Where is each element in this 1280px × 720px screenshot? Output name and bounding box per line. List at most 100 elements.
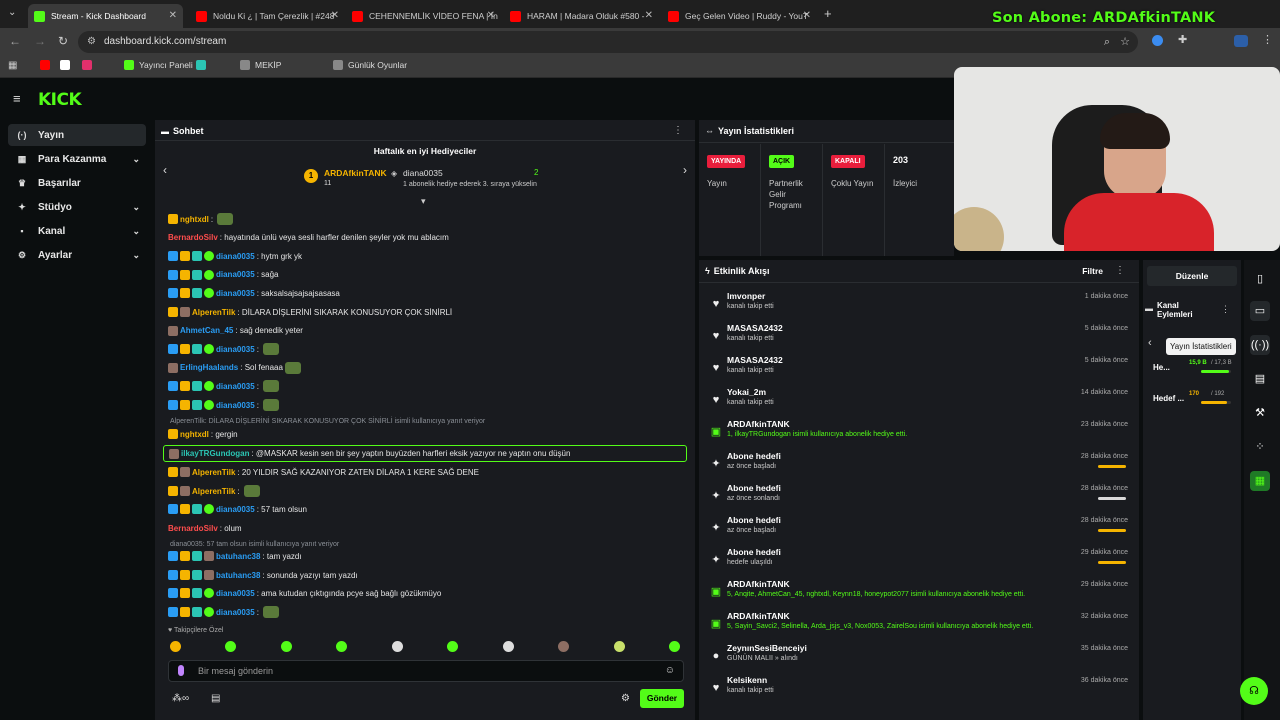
emote-slot[interactable] <box>170 641 181 652</box>
chat-username[interactable]: AlperenTilk <box>192 487 235 496</box>
url-input[interactable]: ⚙ dashboard.kick.com/stream ⌕ ☆ <box>78 31 1138 53</box>
store-icon[interactable]: ▤ <box>211 693 220 704</box>
actions-menu-icon[interactable]: ⋮ <box>1221 304 1230 315</box>
send-button[interactable]: Gönder <box>640 689 684 708</box>
close-tab-icon[interactable]: ✕ <box>803 10 811 21</box>
chat-menu-icon[interactable]: ⋮ <box>673 125 683 136</box>
sidebar-item[interactable]: ⚙ Ayarlar ⌄ <box>8 244 146 266</box>
chevron-down-icon[interactable]: ⌄ <box>132 154 140 165</box>
activity-event[interactable]: ♥ MASASA2432 kanalı takip etti 5 dakika önc… <box>700 320 1140 352</box>
chat-username[interactable]: diana0035 <box>216 345 255 354</box>
edit-button[interactable]: Düzenle <box>1147 266 1237 286</box>
activity-event[interactable]: ✦ Abone hedefi az önce başladı 28 dakika ön… <box>700 512 1140 544</box>
activity-event[interactable]: ♥ Yokai_2m kanalı takip etti 14 dakika önce <box>700 384 1140 416</box>
chat-username[interactable]: AlperenTilk <box>192 468 235 477</box>
chat-message[interactable]: diana0035: hytm grk yk <box>168 249 302 263</box>
close-tab-icon[interactable]: ✕ <box>487 10 495 21</box>
chat-username[interactable]: AhmetCan_45 <box>180 326 233 335</box>
back-chevron-icon[interactable]: ‹ <box>1148 337 1152 349</box>
new-tab-icon[interactable]: + <box>824 6 832 21</box>
stats-tool-icon[interactable]: ((·)) <box>1250 335 1270 355</box>
chevron-down-icon[interactable]: ⌄ <box>132 250 140 261</box>
activity-event[interactable]: ♥ MASASA2432 kanalı takip etti 5 dakika önc… <box>700 352 1140 384</box>
chat-message[interactable]: batuhanc38: sonunda yazıyı tam yazdı <box>168 568 358 582</box>
apps-grid-icon[interactable]: ▦ <box>8 60 17 71</box>
chat-username[interactable]: diana0035 <box>216 289 255 298</box>
gifters-next-icon[interactable]: › <box>683 163 687 177</box>
profile-avatar[interactable] <box>1234 35 1248 47</box>
chat-username[interactable]: diana0035 <box>216 505 255 514</box>
chat-username[interactable]: diana0035 <box>216 608 255 617</box>
goal-widget[interactable]: Hedef ... 170 / 192 <box>1153 391 1241 415</box>
site-info-icon[interactable]: ⚙ <box>87 31 96 53</box>
chevron-down-icon[interactable]: ⌄ <box>132 226 140 237</box>
sidebar-item[interactable]: ♛ Başarılar <box>8 172 146 194</box>
activity-event[interactable]: ● ZeynınSesiBenceiyi GÜNÜN MALII » alındı 3… <box>700 640 1140 672</box>
chat-username[interactable]: nghtxdl <box>180 430 209 439</box>
activity-event[interactable]: ▣ ARDAfkinTANK 5, Sayin_Savci2, Selinella,… <box>700 608 1140 640</box>
bookmark-item[interactable] <box>40 60 55 70</box>
chat-settings-icon[interactable]: ⚙ <box>621 693 630 704</box>
forward-icon[interactable]: → <box>34 34 46 48</box>
close-tab-icon[interactable]: ✕ <box>169 10 177 21</box>
activity-event[interactable]: ▣ ARDAfkinTANK 1, ilkayTRGundogan isimli k… <box>700 416 1140 448</box>
bookmark-item[interactable]: Yayıncı Paneli <box>124 60 193 70</box>
chat-message[interactable]: AhmetCan_45: sağ denedik yeter <box>168 324 303 338</box>
chat-message[interactable]: diana0035: <box>168 605 280 619</box>
chat-message[interactable]: diana0035: saksalsajsajsajsasasa <box>168 286 340 300</box>
chat-message[interactable]: diana0035: ama kutudan çıktıgında pcye s… <box>168 586 441 600</box>
browser-tab[interactable]: HARAM | Madara Olduk #580 - ✕ <box>504 4 659 28</box>
kick-logo[interactable]: KICK <box>38 90 82 110</box>
chat-username[interactable]: diana0035 <box>216 382 255 391</box>
chat-username[interactable]: diana0035 <box>216 252 255 261</box>
chat-message[interactable]: ilkayTRGundogan: @MASKAR kesin sen bir ş… <box>163 445 687 462</box>
close-tab-icon[interactable]: ✕ <box>331 10 339 21</box>
emoji-icon[interactable]: ☺ <box>665 665 675 676</box>
chat-message[interactable]: BernardoSilv: hayatında ünlü veya sesli … <box>168 231 449 245</box>
chat-username[interactable]: diana0035 <box>216 270 255 279</box>
activity-event[interactable]: ♥ Kelsikenn kanalı takip etti 36 dakika önc… <box>700 672 1140 704</box>
close-tab-icon[interactable]: ✕ <box>645 10 653 21</box>
chat-username[interactable]: BernardoSilv <box>168 233 218 242</box>
bookmark-item[interactable]: MEKİP <box>240 60 281 70</box>
sidebar-item[interactable]: ▦ Para Kazanma ⌄ <box>8 148 146 170</box>
chat-message[interactable]: ErlingHaalands: Sol fenaaa <box>168 361 301 375</box>
chat-username[interactable]: ilkayTRGundogan <box>181 449 249 458</box>
chat-message[interactable]: nghtxdl: gergin <box>168 427 238 441</box>
mic-icon[interactable] <box>178 665 184 676</box>
activity-event[interactable]: ♥ lmvonper kanalı takip etti 1 dakika önce <box>700 288 1140 320</box>
filter-button[interactable]: Filtre <box>1082 266 1103 276</box>
activity-event[interactable]: ✦ Abone hedefi az önce başladı 28 dakika ön… <box>700 448 1140 480</box>
chat-message[interactable]: BernardoSilv: olum <box>168 521 242 535</box>
browser-tab[interactable]: Noldu Ki ¿ | Tam Çerezlik | #248 ✕ <box>190 4 345 28</box>
chat-message[interactable]: diana0035: <box>168 342 280 356</box>
chat-username[interactable]: batuhanc38 <box>216 552 260 561</box>
zoom-icon[interactable]: ⌕ <box>1104 31 1110 53</box>
emote-slot[interactable] <box>447 641 459 652</box>
chat-username[interactable]: ErlingHaalands <box>180 363 238 372</box>
extension-icon[interactable] <box>1152 35 1163 46</box>
menu-kebab-icon[interactable]: ⋮ <box>1262 33 1273 46</box>
emote-slot[interactable] <box>613 641 625 652</box>
chat-message[interactable]: AlperenTilk: <box>168 484 260 498</box>
emote-slot[interactable] <box>225 641 237 652</box>
activity-event[interactable]: ✦ Abone hedefi az önce sonlandı 28 dakika ö… <box>700 480 1140 512</box>
browser-tab[interactable]: Geç Gelen Video | Ruddy - YouT ✕ <box>662 4 817 28</box>
sidebar-item[interactable]: ▪ Kanal ⌄ <box>8 220 146 242</box>
reload-icon[interactable]: ↻ <box>58 34 68 48</box>
emote-slot[interactable] <box>391 641 403 652</box>
points-icon[interactable]: ⁂∞ <box>172 693 189 704</box>
chat-message[interactable]: batuhanc38: tam yazdı <box>168 549 302 563</box>
bookmark-item[interactable] <box>196 60 211 70</box>
clapper-tool-icon[interactable]: ▦ <box>1250 471 1270 491</box>
collapse-gifters-icon[interactable]: ▾ <box>421 196 426 207</box>
chat-tool-icon[interactable]: ▭ <box>1250 301 1270 321</box>
chat-username[interactable]: AlperenTilk <box>192 308 235 317</box>
bookmark-item[interactable]: Günlük Oyunlar <box>333 60 407 70</box>
share-tool-icon[interactable]: ⁘ <box>1250 437 1270 457</box>
chat-message-input[interactable]: Bir mesaj gönderin ☺ <box>168 660 684 682</box>
chat-username[interactable]: nghtxdl <box>180 215 209 224</box>
chevron-down-icon[interactable]: ⌄ <box>132 202 140 213</box>
layout-tool-icon[interactable]: ▤ <box>1250 369 1270 389</box>
chat-username[interactable]: diana0035 <box>216 401 255 410</box>
